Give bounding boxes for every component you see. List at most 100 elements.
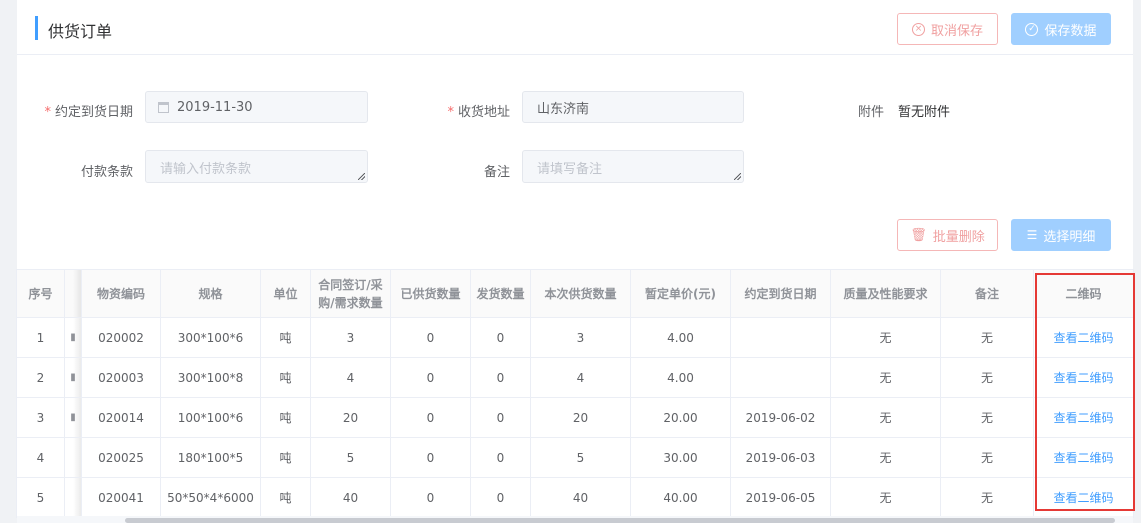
batch-delete-label: 批量删除: [932, 229, 985, 245]
save-data-button[interactable]: ✓ 保存数据: [1011, 13, 1111, 45]
trash-icon: 🗑: [910, 227, 927, 243]
cell-no: 3: [16, 397, 65, 438]
cell-code: 020002: [81, 317, 161, 358]
cancel-save-button[interactable]: × 取消保存: [897, 13, 998, 45]
cell-this-qty: 20: [530, 397, 631, 438]
list-icon: ☰: [1026, 228, 1038, 242]
cell-unit: 吨: [260, 317, 311, 358]
cell-unit: 吨: [260, 477, 311, 518]
payment-terms-label: 付款条款: [80, 165, 133, 180]
cell-price: 40.00: [630, 477, 731, 518]
page-header: 供货订单 × 取消保存 ✓ 保存数据: [17, 0, 1133, 55]
cell-remark: 无: [940, 357, 1034, 398]
calendar-icon: [158, 101, 169, 113]
cell-edge: [64, 477, 82, 518]
cell-date: 2019-06-03: [730, 437, 831, 478]
cell-remark: 无: [940, 477, 1034, 518]
cell-contract-qty: 5: [310, 437, 391, 478]
cell-code: 020025: [81, 437, 161, 478]
col-header-contract-qty: 合同签订/采购/需求数量: [310, 269, 391, 318]
agreed-date-value: 2019-11-30: [177, 99, 253, 115]
select-detail-button[interactable]: ☰ 选择明细: [1011, 219, 1111, 251]
table-row[interactable]: 1 ▮ 020002 300*100*6 吨 3 0 0 3 4.00 无 无 …: [16, 317, 1134, 358]
agreed-date-label: * 约定到货日期: [44, 105, 133, 120]
col-header-supplied-qty: 已供货数量: [390, 269, 471, 318]
cell-contract-qty: 4: [310, 357, 391, 398]
resize-grip-icon[interactable]: [358, 173, 365, 180]
table-row[interactable]: 3 ▮ 020014 100*100*6 吨 20 0 0 20 20.00 2…: [16, 397, 1134, 438]
cell-price: 4.00: [630, 357, 731, 398]
view-qrcode-link[interactable]: 查看二维码: [1033, 317, 1134, 358]
table-header-row: 序号 物资编码 规格 单位 合同签订/采购/需求数量 已供货数量 发货数量 本次…: [16, 269, 1134, 318]
cell-remark: 无: [940, 437, 1034, 478]
cell-edge: ▮: [64, 317, 82, 358]
cell-this-qty: 40: [530, 477, 631, 518]
order-card: 供货订单 × 取消保存 ✓ 保存数据 * 约定到货日期 2019-11-30 * 收…: [16, 0, 1135, 523]
cell-spec: 300*100*8: [160, 357, 261, 398]
address-input[interactable]: 山东济南: [522, 91, 744, 123]
resize-grip-icon[interactable]: [734, 173, 741, 180]
attachment-label: 附件: [858, 105, 885, 120]
col-header-date: 约定到货日期: [730, 269, 831, 318]
cell-price: 4.00: [630, 317, 731, 358]
cell-quality: 无: [830, 397, 941, 438]
col-header-shipped-qty: 发货数量: [470, 269, 531, 318]
close-circle-icon: ×: [911, 22, 925, 36]
cell-supplied-qty: 0: [390, 477, 471, 518]
cell-shipped-qty: 0: [470, 477, 531, 518]
address-value: 山东济南: [537, 101, 590, 117]
cell-unit: 吨: [260, 437, 311, 478]
payment-terms-placeholder: 请输入付款条款: [160, 162, 252, 177]
col-header-quality: 质量及性能要求: [830, 269, 941, 318]
cell-quality: 无: [830, 437, 941, 478]
table-row[interactable]: 2 ▮ 020003 300*100*8 吨 4 0 0 4 4.00 无 无 …: [16, 357, 1134, 398]
view-qrcode-link[interactable]: 查看二维码: [1033, 437, 1134, 478]
cell-supplied-qty: 0: [390, 397, 471, 438]
select-detail-label: 选择明细: [1043, 229, 1096, 245]
cell-edge: [64, 437, 82, 478]
col-header-price: 暂定单价(元): [630, 269, 731, 318]
cell-date: [730, 357, 831, 398]
page-title: 供货订单: [48, 22, 113, 41]
cell-no: 2: [16, 357, 65, 398]
save-data-label: 保存数据: [1044, 23, 1097, 39]
cell-code: 020003: [81, 357, 161, 398]
cell-contract-qty: 20: [310, 397, 391, 438]
cancel-save-label: 取消保存: [930, 23, 983, 39]
cell-supplied-qty: 0: [390, 317, 471, 358]
batch-delete-button[interactable]: 🗑 批量删除: [897, 219, 998, 251]
cell-contract-qty: 40: [310, 477, 391, 518]
cell-this-qty: 5: [530, 437, 631, 478]
agreed-date-picker[interactable]: 2019-11-30: [145, 91, 368, 123]
cell-code: 020041: [81, 477, 161, 518]
col-header-spec: 规格: [160, 269, 261, 318]
table-row[interactable]: 4 020025 180*100*5 吨 5 0 0 5 30.00 2019-…: [16, 437, 1134, 478]
payment-terms-textarea[interactable]: 请输入付款条款: [145, 150, 368, 183]
col-header-unit: 单位: [260, 269, 311, 318]
col-header-no: 序号: [16, 269, 65, 318]
cell-edge: ▮: [64, 397, 82, 438]
view-qrcode-link[interactable]: 查看二维码: [1033, 397, 1134, 438]
attachment-value: 暂无附件: [898, 105, 951, 120]
cell-quality: 无: [830, 357, 941, 398]
horizontal-scrollbar-thumb[interactable]: [125, 518, 1115, 523]
cell-supplied-qty: 0: [390, 437, 471, 478]
cell-no: 1: [16, 317, 65, 358]
cell-spec: 50*50*4*6000: [160, 477, 261, 518]
cell-shipped-qty: 0: [470, 397, 531, 438]
table-row[interactable]: 5 020041 50*50*4*6000 吨 40 0 0 40 40.00 …: [16, 477, 1134, 518]
cell-remark: 无: [940, 317, 1034, 358]
cell-shipped-qty: 0: [470, 357, 531, 398]
cell-shipped-qty: 0: [470, 317, 531, 358]
view-qrcode-link[interactable]: 查看二维码: [1033, 357, 1134, 398]
address-label: * 收货地址: [447, 105, 510, 120]
cell-no: 5: [16, 477, 65, 518]
remark-placeholder: 请填写备注: [537, 162, 603, 177]
remark-textarea[interactable]: 请填写备注: [522, 150, 744, 183]
cell-supplied-qty: 0: [390, 357, 471, 398]
cell-this-qty: 3: [530, 317, 631, 358]
view-qrcode-link[interactable]: 查看二维码: [1033, 477, 1134, 518]
cell-spec: 300*100*6: [160, 317, 261, 358]
cell-unit: 吨: [260, 397, 311, 438]
col-header-code: 物资编码: [81, 269, 161, 318]
